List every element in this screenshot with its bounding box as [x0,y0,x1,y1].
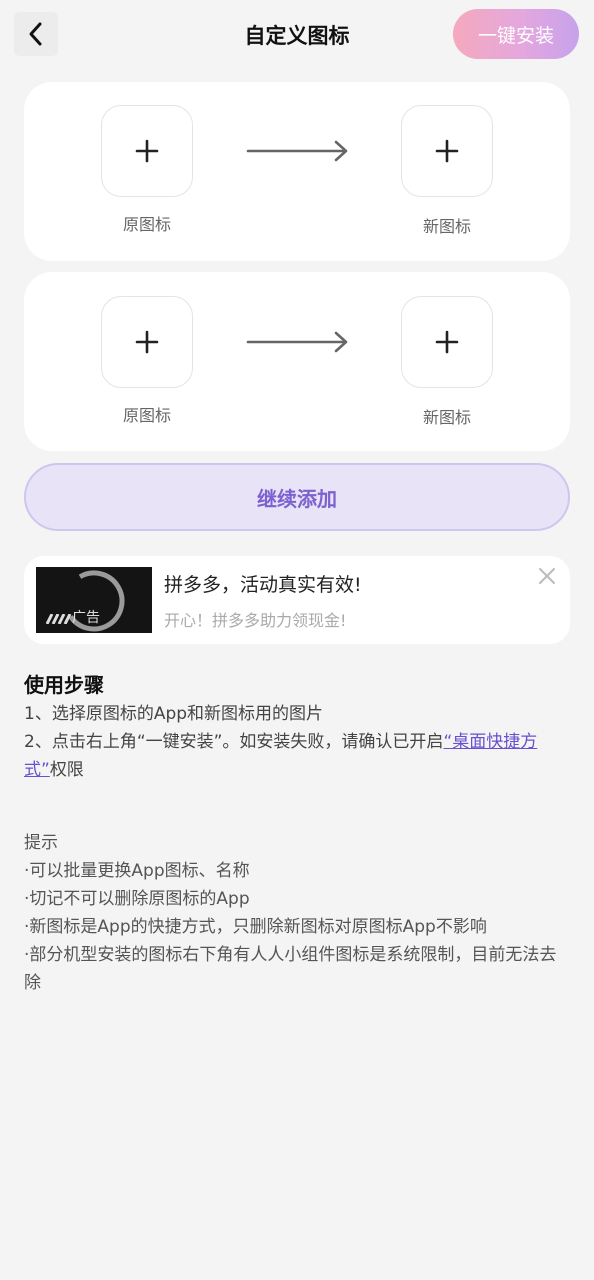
step-2-text: 2、点击右上角“一键安装”。如安装失败，请确认已开启 [24,732,444,752]
ad-tag: 广告 [72,610,100,626]
plus-icon [435,330,459,354]
plus-icon [135,139,159,163]
tip-item: ·可以批量更换App图标、名称 [24,861,250,881]
plus-icon [435,139,459,163]
steps-title: 使用步骤 [24,673,104,697]
step-2-suffix: 权限 [49,760,84,780]
usage-steps: 使用步骤 1、选择原图标的App和新图标用的图片 2、点击右上角“一键安装”。如… [24,670,570,784]
arrow-right-icon [246,140,348,162]
ad-subtitle[interactable]: 开心！拼多多助力领现金! [164,607,346,631]
tip-item: ·切记不可以删除原图标的App [24,889,250,909]
new-icon-label: 新图标 [422,408,471,427]
plus-icon [135,330,159,354]
continue-add-button[interactable]: 继续添加 [24,463,570,531]
tips-title: 提示 [24,833,58,853]
close-icon[interactable] [537,566,557,586]
ad-banner[interactable]: 广告 拼多多，活动真实有效! 开心！拼多多助力领现金! [24,556,570,644]
step-2: 2、点击右上角“一键安装”。如安装失败，请确认已开启“桌面快捷方式”权限 [24,728,570,784]
original-icon-label: 原图标 [122,406,171,425]
new-icon-picker[interactable] [401,105,493,197]
new-icon-label: 新图标 [422,217,471,236]
step-1: 1、选择原图标的App和新图标用的图片 [24,704,324,724]
tips-section: 提示 ·可以批量更换App图标、名称 ·切记不可以删除原图标的App ·新图标是… [24,829,570,997]
ad-mark-icon [46,614,72,624]
one-key-install-button[interactable]: 一键安装 [453,9,579,59]
ad-image[interactable]: 广告 [36,567,152,633]
tip-item: ·新图标是App的快捷方式，只删除新图标对原图标App不影响 [24,917,487,937]
original-icon-picker[interactable] [101,105,193,197]
new-icon-picker[interactable] [401,296,493,388]
icon-pair-card: 原图标 新图标 [24,272,570,451]
icon-pair-card: 原图标 新图标 [24,82,570,261]
tip-item: ·部分机型安装的图标右下角有人人小组件图标是系统限制，目前无法去除 [24,945,557,993]
ad-title[interactable]: 拼多多，活动真实有效! [164,570,362,597]
original-icon-label: 原图标 [122,215,171,234]
original-icon-picker[interactable] [101,296,193,388]
arrow-right-icon [246,331,348,353]
header: 自定义图标 一键安装 [0,0,594,70]
